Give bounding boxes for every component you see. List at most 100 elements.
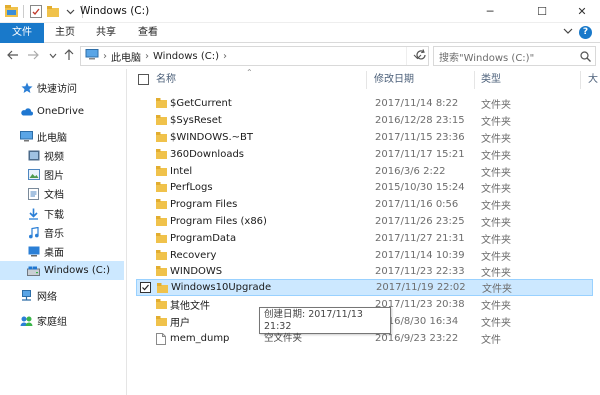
nav-label: 快速访问 — [37, 84, 77, 95]
column-header-size[interactable]: 大 — [588, 69, 598, 91]
file-date: 2017/11/17 15:21 — [375, 149, 465, 160]
minimize-button[interactable]: ─ — [468, 0, 512, 23]
table-row[interactable]: ProgramData 2017/11/27 21:31 文件夹 — [136, 230, 593, 247]
nav-label: 家庭组 — [37, 317, 67, 328]
file-date: 2016/9/23 23:22 — [375, 333, 459, 344]
row-checkbox[interactable] — [140, 282, 151, 293]
file-name: 360Downloads — [170, 149, 245, 160]
customize-toolbar-icon[interactable] — [63, 4, 77, 18]
nav-label: OneDrive — [37, 106, 85, 117]
column-divider[interactable] — [366, 71, 367, 89]
nav-item-downloads[interactable]: 下载 — [0, 204, 124, 223]
file-type: 文件夹 — [482, 284, 512, 295]
file-type: 文件夹 — [481, 301, 511, 312]
new-folder-icon[interactable] — [46, 4, 60, 18]
table-row[interactable]: $SysReset 2016/12/28 23:15 文件夹 — [136, 112, 593, 129]
table-row[interactable]: 360Downloads 2017/11/17 15:21 文件夹 — [136, 146, 593, 163]
table-row[interactable]: Program Files (x86) 2017/11/26 23:25 文件夹 — [136, 213, 593, 230]
nav-item-this-pc[interactable]: 此电脑 — [0, 127, 124, 146]
file-date: 2016/12/28 23:15 — [375, 115, 465, 126]
homegroup-icon — [20, 314, 33, 327]
column-divider[interactable] — [474, 71, 475, 89]
file-type: 文件夹 — [481, 168, 511, 179]
recent-locations-button[interactable] — [46, 49, 60, 63]
nav-item-pictures[interactable]: 图片 — [0, 165, 124, 184]
folder-icon — [156, 182, 167, 195]
table-row[interactable]: $WINDOWS.~BT 2017/11/15 23:36 文件夹 — [136, 129, 593, 146]
breadcrumb-separator[interactable]: › — [223, 51, 227, 62]
nav-label: 网络 — [37, 292, 57, 303]
file-name: $WINDOWS.~BT — [170, 132, 254, 143]
file-name: Intel — [170, 166, 193, 177]
maximize-button[interactable]: ☐ — [520, 0, 564, 23]
file-icon — [156, 333, 166, 348]
explorer-app-icon[interactable] — [4, 4, 18, 18]
folder-icon — [156, 199, 167, 212]
table-row[interactable]: Intel 2016/3/6 2:22 文件夹 — [136, 163, 593, 180]
table-row-selected[interactable]: Windows10Upgrade 2017/11/19 22:02 文件夹 — [136, 279, 593, 296]
nav-item-music[interactable]: 音乐 — [0, 223, 124, 242]
nav-item-quick-access[interactable]: 快速访问 — [0, 78, 124, 97]
column-divider[interactable] — [580, 71, 581, 89]
folder-icon — [156, 166, 167, 179]
nav-item-videos[interactable]: 视频 — [0, 146, 124, 165]
close-button[interactable]: ✕ — [560, 0, 600, 23]
table-row[interactable]: PerfLogs 2015/10/30 15:24 文件夹 — [136, 179, 593, 196]
tab-view[interactable]: 查看 — [130, 23, 166, 43]
table-row[interactable]: WINDOWS 2017/11/23 22:33 文件夹 — [136, 263, 593, 280]
document-icon — [27, 187, 40, 200]
file-name: $SysReset — [170, 115, 222, 126]
nav-item-homegroup[interactable]: 家庭组 — [0, 311, 124, 330]
breadcrumb-separator[interactable]: › — [145, 51, 149, 62]
breadcrumb-separator[interactable]: › — [103, 51, 107, 62]
breadcrumb-drive-c[interactable]: Windows (C:) — [153, 51, 219, 62]
table-row[interactable]: Recovery 2017/11/14 10:39 文件夹 — [136, 247, 593, 264]
search-input[interactable]: 搜索"Windows (C:)" — [433, 46, 596, 66]
nav-item-onedrive[interactable]: OneDrive — [0, 102, 124, 121]
file-name: ProgramData — [170, 233, 237, 244]
star-icon — [20, 81, 33, 94]
refresh-button[interactable] — [414, 49, 428, 63]
nav-label: 下载 — [44, 210, 64, 221]
file-type: 文件夹 — [481, 117, 511, 128]
nav-item-drive-c[interactable]: Windows (C:) — [0, 261, 124, 280]
properties-icon[interactable] — [29, 4, 43, 18]
up-button[interactable] — [62, 49, 76, 63]
file-date: 2017/11/16 0:56 — [375, 199, 459, 210]
file-type: 文件夹 — [481, 151, 511, 162]
drive-icon — [27, 264, 40, 277]
ribbon-tabs: 文件 主页 共享 查看 ? — [0, 23, 600, 43]
nav-item-desktop[interactable]: 桌面 — [0, 242, 124, 261]
tab-home[interactable]: 主页 — [47, 23, 83, 43]
nav-item-network[interactable]: 网络 — [0, 286, 124, 305]
search-icon[interactable] — [580, 51, 591, 65]
help-icon[interactable]: ? — [579, 26, 592, 39]
column-header-type[interactable]: 类型 — [481, 69, 501, 91]
nav-item-documents[interactable]: 文档 — [0, 184, 124, 203]
select-all-checkbox[interactable] — [138, 74, 149, 85]
table-row[interactable]: $GetCurrent 2017/11/14 8:22 文件夹 — [136, 95, 593, 112]
file-date: 2017/11/27 21:31 — [375, 233, 465, 244]
tab-file[interactable]: 文件 — [0, 23, 44, 43]
file-type: 文件夹 — [481, 252, 511, 263]
file-name: 用户 — [170, 318, 190, 329]
arrow-up-icon — [64, 49, 74, 60]
column-header-name[interactable]: 名称 — [156, 69, 176, 91]
nav-label: 桌面 — [44, 248, 64, 259]
breadcrumb-this-pc[interactable]: 此电脑 — [111, 49, 141, 64]
back-button[interactable] — [6, 49, 20, 63]
column-header-date[interactable]: 修改日期 — [374, 69, 414, 91]
address-bar[interactable]: › 此电脑 › Windows (C:) › — [80, 46, 429, 66]
download-icon — [27, 207, 40, 220]
checkmark-icon — [142, 284, 149, 291]
forward-button[interactable] — [26, 49, 40, 63]
table-row[interactable]: Program Files 2017/11/16 0:56 文件夹 — [136, 196, 593, 213]
folder-tooltip: 创建日期: 2017/11/13 21:32 空文件夹 — [259, 307, 391, 344]
chevron-down-icon — [49, 53, 57, 59]
nav-label: 此电脑 — [37, 133, 67, 144]
tab-share[interactable]: 共享 — [88, 23, 124, 43]
file-name: mem_dump — [170, 333, 230, 344]
chevron-down-icon[interactable] — [563, 26, 573, 39]
file-name: PerfLogs — [170, 182, 213, 193]
nav-label: 音乐 — [44, 229, 64, 240]
